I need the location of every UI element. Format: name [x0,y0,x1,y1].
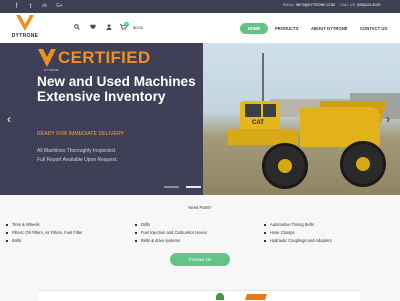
list-item: Fuel Injection and Carburetor Hoses [135,229,207,237]
logo-text: DYTRONE [11,33,39,39]
nav-contact[interactable]: CONTACT US [360,26,387,31]
certified-badge: CERTIFIED DYTRONE [38,48,151,72]
email-info: EMAIL: INFO@DYTRONE.COM [283,3,335,7]
list-item: Tires & Wheels [6,221,83,229]
call-value[interactable]: (005)424-6020 [357,3,381,7]
heart-icon[interactable] [90,24,96,33]
slider-next-arrow[interactable]: › [386,113,390,125]
brand-logo-green[interactable] [216,293,224,300]
list-item-label: Hose Clamps [270,230,295,235]
nav-products[interactable]: PRODUCTS [275,26,299,31]
list-item: Drills [135,221,207,229]
list-item-label: Bolts [12,238,22,243]
bullet [264,223,266,226]
slider-dot-1[interactable] [164,186,179,188]
twitter-icon[interactable]: t [26,2,35,11]
truck-brand-label: CAT [252,120,264,126]
hero-delivery-text: READY FOR IMMEDIATE DELIVERY [37,131,125,137]
brands-strip [38,290,360,301]
user-icon[interactable] [106,24,112,33]
nav-about[interactable]: ABOUT DYTRONE [311,26,348,31]
bullet [6,223,8,226]
cart-total[interactable]: $0.00 [133,25,143,30]
vk-icon[interactable]: vk [40,2,49,11]
list-item: Bolts [6,237,83,245]
parts-column-2: Drills Fuel Injection and Carburetor Hos… [135,221,207,245]
certified-text: CERTIFIED [58,48,151,67]
list-item-label: Filters: Oil Filters, Air Filters, Fuel … [12,230,83,235]
hero-line-2: Full Report Available Upon Request. [37,157,118,163]
list-item-label: Fuel Injection and Carburetor Hoses [141,230,207,235]
parts-column-1: Tires & Wheels Filters: Oil Filters, Air… [6,221,83,245]
list-item-label: Tires & Wheels [12,222,40,227]
hero-slider: CAT CERTIFIED DYTRONE New and Used Machi… [0,43,400,195]
list-item: Belts & drive systems [135,237,207,245]
list-item: Hydraulic Couplings and Adapters [264,237,332,245]
bullet [264,231,266,234]
contact-us-button[interactable]: Contact Us [170,253,230,266]
parts-column-3: Automotive Timing Belts Hose Clamps Hydr… [264,221,332,245]
email-value[interactable]: INFO@DYTRONE.COM [296,3,335,7]
certified-logo-mark-inner [43,49,51,57]
list-item-label: Belts & drive systems [141,238,181,243]
hero-title: New and Used Machines Extensive Inventor… [37,74,196,104]
truck-hub-front [278,159,292,173]
cart-count-badge: 0 [124,22,129,27]
list-item: Hose Clamps [264,229,332,237]
slider-dot-2[interactable] [186,186,201,188]
list-item: Automotive Timing Belts [264,221,332,229]
bullet [6,231,8,234]
need-parts-heading: Need Parts? [188,205,212,210]
list-item: Filters: Oil Filters, Air Filters, Fuel … [6,229,83,237]
call-label: CALL US: [340,3,356,7]
bullet [135,231,137,234]
bullet [135,223,137,226]
brand-logo-orange[interactable] [244,294,268,300]
top-bar: f t vk G+ EMAIL: INFO@DYTRONE.COM CALL U… [0,0,400,13]
list-item-label: Hydraulic Couplings and Adapters [270,238,332,243]
search-icon[interactable] [74,24,80,33]
email-label: EMAIL: [283,3,295,7]
hero-line-1: All Machines Thoroughly Inspected. [37,148,117,154]
slider-prev-arrow[interactable]: ‹ [7,113,11,125]
logo-mark-inner [20,15,30,24]
truck-cab-window [245,104,261,117]
truck-hub-rear [356,157,370,171]
list-item-label: Drills [141,222,151,227]
bullet [135,239,137,242]
site-logo[interactable]: DYTRONE [8,15,42,41]
google-plus-icon[interactable]: G+ [55,2,64,11]
bullet [264,239,266,242]
list-item-label: Automotive Timing Belts [270,222,314,227]
certified-subtext: DYTRONE [44,68,59,72]
phone-info: CALL US: (005)424-6020 [340,3,380,7]
facebook-icon[interactable]: f [12,2,21,11]
site-header: DYTRONE 0 $0.00 HOME PRODUCTS ABOUT DYTR… [0,13,400,43]
bullet [6,239,8,242]
nav-home[interactable]: HOME [240,23,268,34]
truck-cab-window-2 [263,104,276,117]
